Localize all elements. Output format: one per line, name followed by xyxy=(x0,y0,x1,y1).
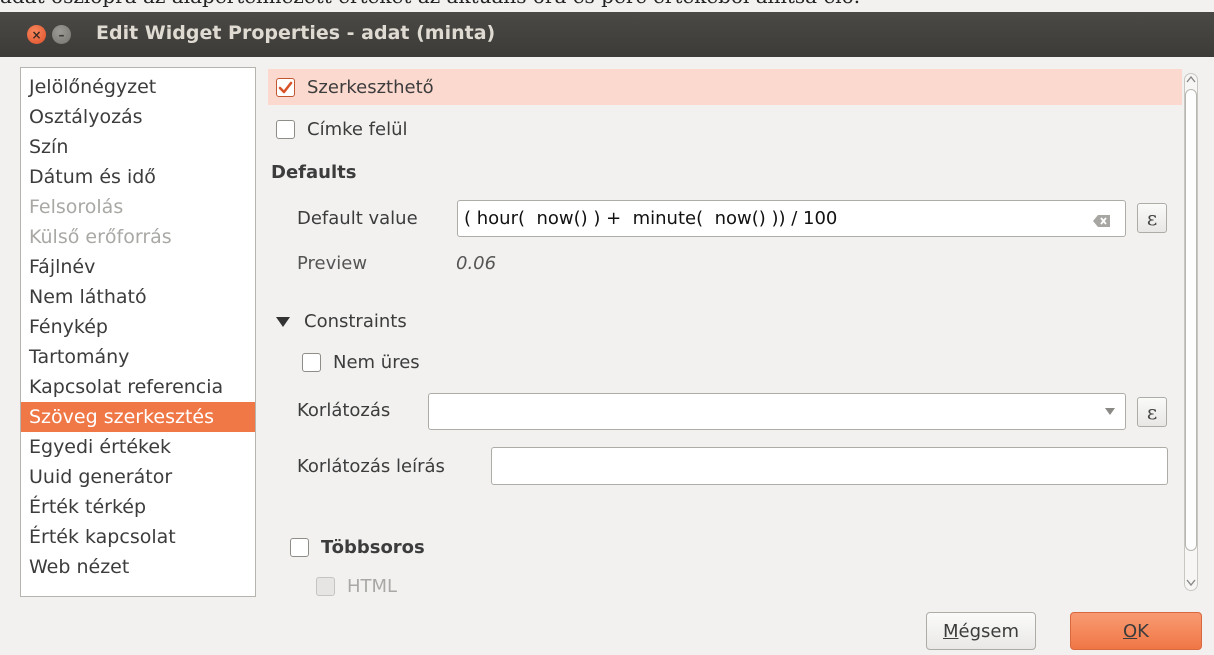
preview-label: Preview xyxy=(297,253,368,274)
list-item[interactable]: Szín xyxy=(21,132,255,162)
dropdown-arrow-icon[interactable] xyxy=(1095,394,1125,429)
list-item[interactable]: Érték kapcsolat xyxy=(21,522,255,552)
scroll-down-arrow-icon[interactable] xyxy=(1186,579,1196,587)
list-item[interactable]: Nem látható xyxy=(21,282,255,312)
label-on-top-row[interactable]: Címke felül xyxy=(276,119,408,140)
editable-checkbox[interactable] xyxy=(276,78,295,97)
constraint-description-label: Korlátozás leírás xyxy=(297,456,445,477)
constraint-expression-button[interactable]: ε xyxy=(1137,397,1167,427)
window-title: Edit Widget Properties - adat (minta) xyxy=(96,22,496,44)
list-item[interactable]: Dátum és idő xyxy=(21,162,255,192)
ok-button[interactable]: OK xyxy=(1070,612,1202,650)
preview-value: 0.06 xyxy=(456,253,497,274)
widget-type-list[interactable]: Jelölőnégyzet Osztályozás Szín Dátum és … xyxy=(20,67,256,597)
list-item-selected[interactable]: Szöveg szerkesztés xyxy=(21,402,255,432)
list-item[interactable]: Érték térkép xyxy=(21,492,255,522)
list-item[interactable]: Jelölőnégyzet xyxy=(21,72,255,102)
not-null-checkbox[interactable] xyxy=(302,353,321,372)
window-titlebar[interactable]: × – Edit Widget Properties - adat (minta… xyxy=(0,12,1214,57)
scrollbar-thumb[interactable] xyxy=(1185,89,1197,551)
minimize-icon: – xyxy=(58,27,65,42)
multiline-checkbox[interactable] xyxy=(290,538,309,557)
cancel-button[interactable]: Mégsem xyxy=(926,612,1036,650)
editable-label: Szerkeszthető xyxy=(307,77,434,98)
triangle-down-icon xyxy=(276,316,290,327)
multiline-row[interactable]: Többsoros xyxy=(290,537,425,558)
constraint-description-input[interactable] xyxy=(491,447,1168,485)
label-on-top-label: Címke felül xyxy=(307,119,408,140)
list-item[interactable]: Web nézet xyxy=(21,552,255,582)
expression-epsilon-icon: ε xyxy=(1146,400,1158,424)
scroll-up-arrow-icon[interactable] xyxy=(1186,75,1196,83)
not-null-label: Nem üres xyxy=(333,352,420,373)
list-item[interactable]: Fénykép xyxy=(21,312,255,342)
multiline-label: Többsoros xyxy=(321,537,425,558)
defaults-heading: Defaults xyxy=(271,162,357,183)
background-caption-text: adat oszlopra az alapértelmezett értéket… xyxy=(0,0,1214,12)
default-value-input[interactable]: ( hour( now() ) + minute( now() )) / 100 xyxy=(457,200,1126,237)
html-row: HTML xyxy=(316,576,397,597)
not-null-row[interactable]: Nem üres xyxy=(302,352,420,373)
list-item[interactable]: Kapcsolat referencia xyxy=(21,372,255,402)
list-item: Külső erőforrás xyxy=(29,226,172,248)
html-label: HTML xyxy=(347,576,398,597)
constraints-heading: Constraints xyxy=(304,311,407,332)
minimize-window-button[interactable]: – xyxy=(52,25,71,44)
list-item[interactable]: Osztályozás xyxy=(21,102,255,132)
close-window-button[interactable]: × xyxy=(27,25,46,44)
list-item: Felsorolás xyxy=(29,196,124,218)
html-checkbox xyxy=(316,577,335,596)
constraint-label: Korlátozás xyxy=(297,400,391,421)
dialog-body: Jelölőnégyzet Osztályozás Szín Dátum és … xyxy=(0,57,1214,655)
settings-scrollbar[interactable] xyxy=(1182,67,1200,597)
default-value-label: Default value xyxy=(297,208,418,229)
list-item[interactable]: Fájlnév xyxy=(21,252,255,282)
editable-checkbox-row[interactable]: Szerkeszthető xyxy=(276,77,434,98)
list-item[interactable]: Tartomány xyxy=(21,342,255,372)
list-item[interactable]: Uuid generátor xyxy=(21,462,255,492)
constraint-expression-input[interactable] xyxy=(428,393,1126,430)
label-on-top-checkbox[interactable] xyxy=(276,120,295,139)
list-item[interactable]: Egyedi értékek xyxy=(21,432,255,462)
checkmark-icon xyxy=(278,81,293,94)
default-value-expression-button[interactable]: ε xyxy=(1137,203,1167,233)
close-icon: × xyxy=(31,27,42,42)
constraints-section-toggle[interactable]: Constraints xyxy=(276,311,407,332)
expression-epsilon-icon: ε xyxy=(1146,206,1158,230)
clear-icon[interactable] xyxy=(1093,212,1111,233)
